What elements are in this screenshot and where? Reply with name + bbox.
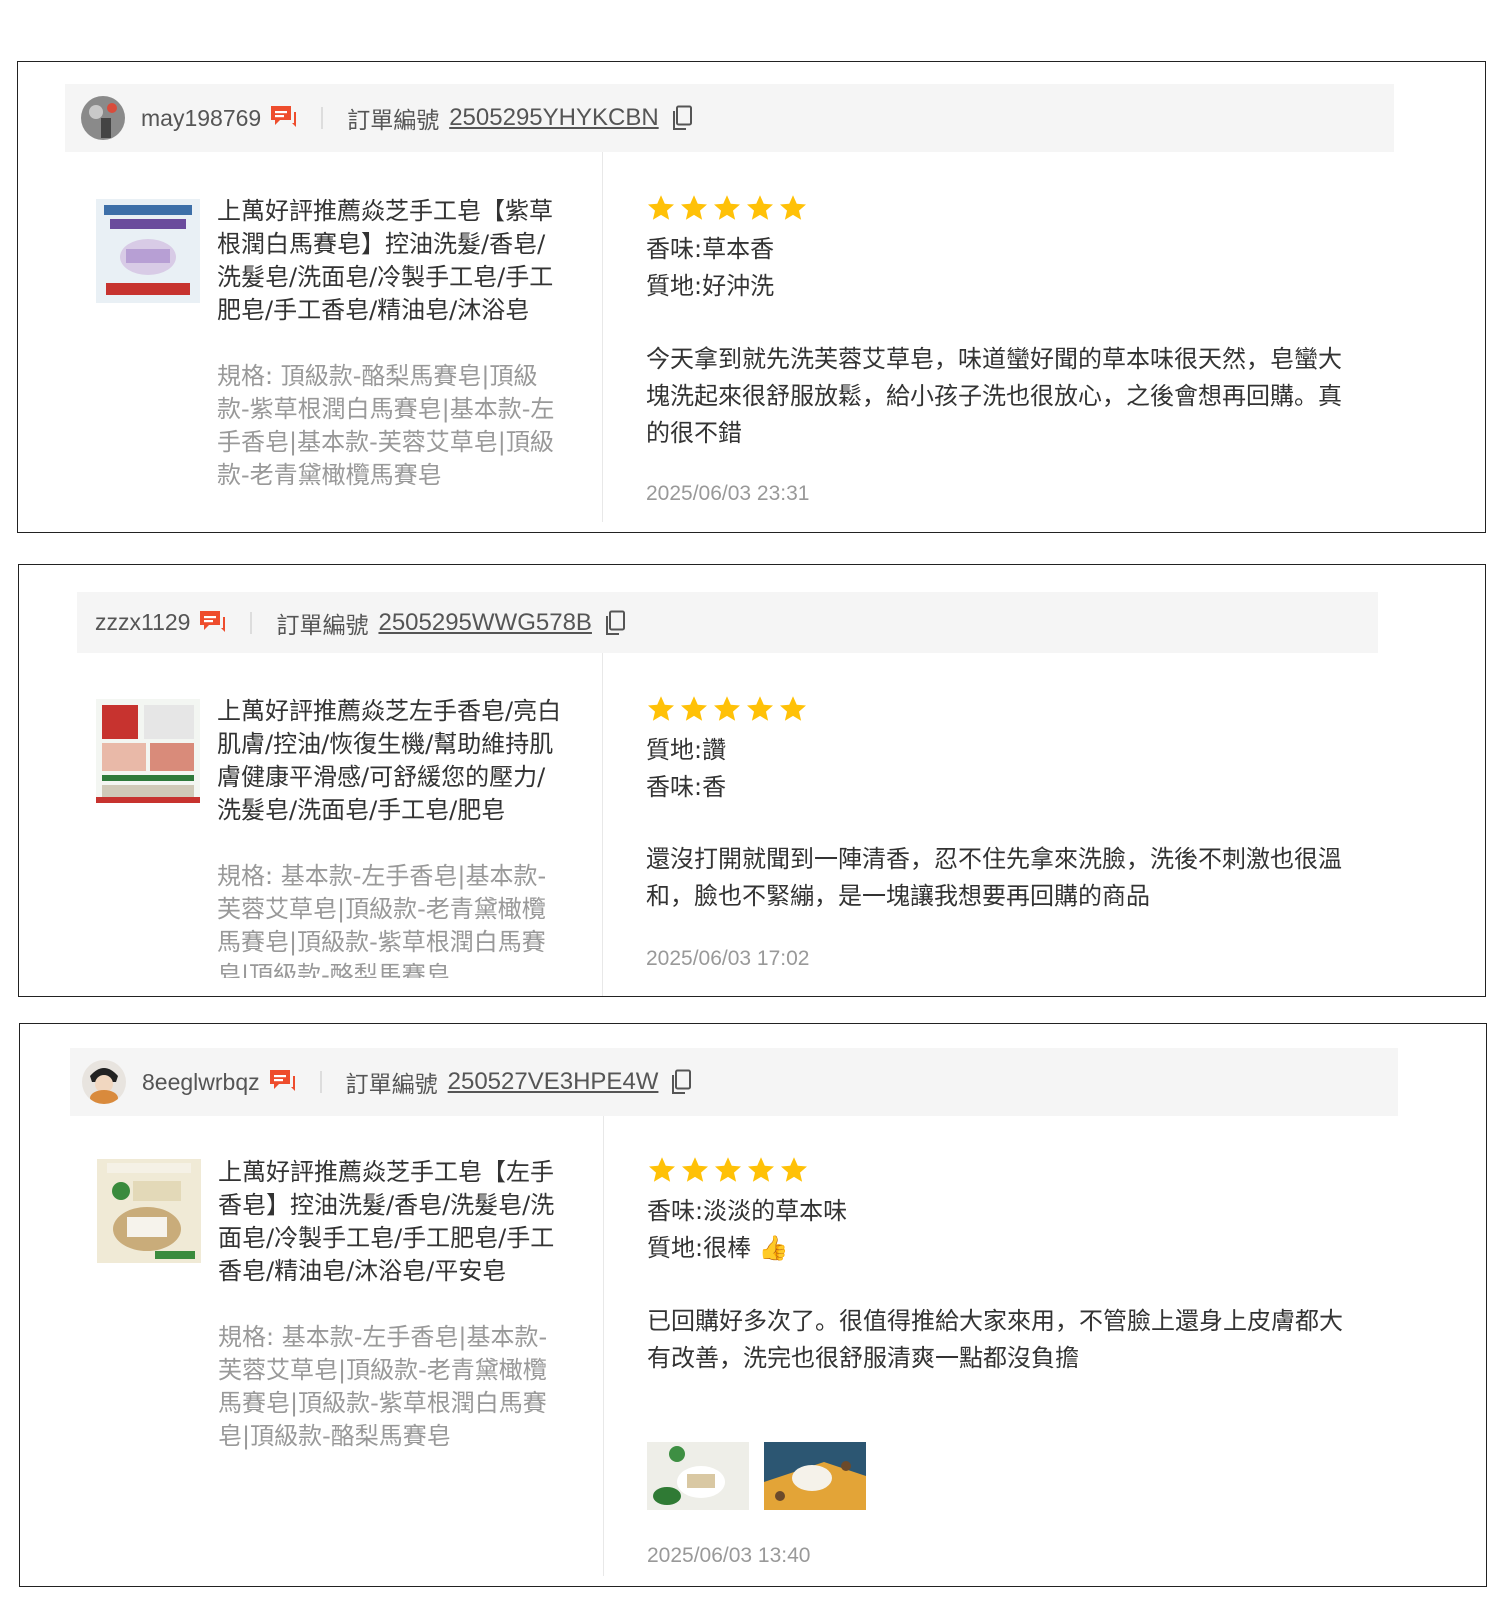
star-icon: [712, 193, 742, 223]
star-icon: [778, 193, 808, 223]
product-title[interactable]: 上萬好評推薦焱芝手工皂【紫草根潤白馬賽皂】控油洗髮/香皂/洗髮皂/洗面皂/冷製手…: [217, 195, 567, 327]
review-text: 已回購好多次了。很值得推給大家來用，不管臉上還身上皮膚都大有改善，洗完也很舒服清…: [647, 1307, 1343, 1372]
order-label: 訂單編號: [345, 1072, 438, 1098]
review-text: 還沒打開就聞到一陣清香，忍不住先拿來洗臉，洗後不刺激也很溫和，臉也不緊繃，是一塊…: [646, 845, 1342, 910]
review-text: 今天拿到就先洗芙蓉艾草皂，味道蠻好聞的草本味很天然，皂蠻大塊洗起來很舒服放鬆，給…: [646, 345, 1342, 447]
review-photo[interactable]: [764, 1442, 866, 1510]
header-divider: [250, 611, 253, 634]
column-divider: [602, 152, 603, 522]
product-thumbnail[interactable]: [96, 199, 200, 303]
column-divider: [602, 653, 603, 996]
star-rating: [646, 193, 808, 223]
review-header: 8eeglwrbqz 訂單編號 250527VE3HPE4W: [70, 1048, 1398, 1116]
copy-icon[interactable]: [671, 105, 693, 131]
username[interactable]: 8eeglwrbqz: [142, 1069, 260, 1096]
copy-icon[interactable]: [670, 1069, 692, 1095]
product-thumbnail[interactable]: [96, 699, 200, 803]
review-header: zzzx1129 訂單編號 2505295WWG578B: [77, 592, 1378, 653]
review-card: may198769 訂單編號 2505295YHYKCBN 上萬好評推薦焱芝手工…: [17, 61, 1486, 533]
header-divider: [319, 1071, 322, 1093]
star-icon: [778, 694, 808, 724]
review-attribute: 香味:淡淡的草本味: [647, 1197, 848, 1225]
review-attribute: 質地:很棒 👍: [647, 1234, 789, 1262]
star-icon: [745, 193, 775, 223]
order-label: 訂單編號: [347, 108, 440, 134]
star-rating: [647, 1155, 809, 1185]
product-title[interactable]: 上萬好評推薦焱芝左手香皂/亮白肌膚/控油/恢復生機/幫助維持肌膚健康平滑感/可舒…: [217, 695, 567, 827]
product-title[interactable]: 上萬好評推薦焱芝手工皂【左手香皂】控油洗髮/香皂/洗髮皂/洗面皂/冷製手工皂/手…: [218, 1156, 568, 1288]
review-date: 2025/06/03 17:02: [646, 947, 810, 970]
product-thumbnail[interactable]: [97, 1159, 201, 1263]
product-spec: 規格: 基本款-左手香皂|基本款-芙蓉艾草皂|頂級款-老青黛橄欖馬賽皂|頂級款-…: [218, 1323, 548, 1450]
star-icon: [646, 193, 676, 223]
product-spec: 規格: 基本款-左手香皂|基本款-芙蓉艾草皂|頂級款-老青黛橄欖馬賽皂|頂級款-…: [217, 862, 547, 978]
star-icon: [646, 694, 676, 724]
avatar[interactable]: [81, 96, 125, 140]
star-icon: [713, 1155, 743, 1185]
chat-bubble-icon[interactable]: [198, 608, 228, 638]
order-number-link[interactable]: 250527VE3HPE4W: [448, 1068, 659, 1096]
star-icon: [679, 193, 709, 223]
column-divider: [603, 1116, 604, 1576]
review-photo[interactable]: [647, 1442, 749, 1510]
star-icon: [679, 694, 709, 724]
star-icon: [746, 1155, 776, 1185]
product-spec: 規格: 頂級款-酪梨馬賽皂|頂級款-紫草根潤白馬賽皂|基本款-左手香皂|基本款-…: [217, 362, 555, 489]
review-date: 2025/06/03 23:31: [646, 482, 810, 505]
star-icon: [647, 1155, 677, 1185]
username[interactable]: zzzx1129: [95, 609, 190, 636]
chat-bubble-icon[interactable]: [268, 1067, 298, 1097]
review-attribute: 香味:香: [646, 773, 727, 801]
review-attribute: 質地:讚: [646, 736, 727, 764]
chat-bubble-icon[interactable]: [269, 103, 299, 133]
review-header: may198769 訂單編號 2505295YHYKCBN: [65, 84, 1394, 152]
review-attribute: 質地:好沖洗: [646, 272, 775, 300]
order-number-link[interactable]: 2505295WWG578B: [378, 609, 591, 637]
header-divider: [321, 107, 324, 129]
avatar[interactable]: [82, 1060, 126, 1104]
order-number-link[interactable]: 2505295YHYKCBN: [449, 104, 658, 132]
order-label: 訂單編號: [276, 612, 369, 639]
review-attribute: 香味:草本香: [646, 235, 775, 263]
review-date: 2025/06/03 13:40: [647, 1544, 811, 1567]
star-icon: [712, 694, 742, 724]
star-icon: [779, 1155, 809, 1185]
copy-icon[interactable]: [604, 610, 626, 636]
star-rating: [646, 694, 808, 724]
review-card: zzzx1129 訂單編號 2505295WWG578B 上萬好評推薦焱芝左手香…: [18, 564, 1486, 997]
username[interactable]: may198769: [141, 105, 261, 132]
star-icon: [680, 1155, 710, 1185]
star-icon: [745, 694, 775, 724]
review-card: 8eeglwrbqz 訂單編號 250527VE3HPE4W 上萬好評推薦焱芝手…: [19, 1023, 1487, 1587]
